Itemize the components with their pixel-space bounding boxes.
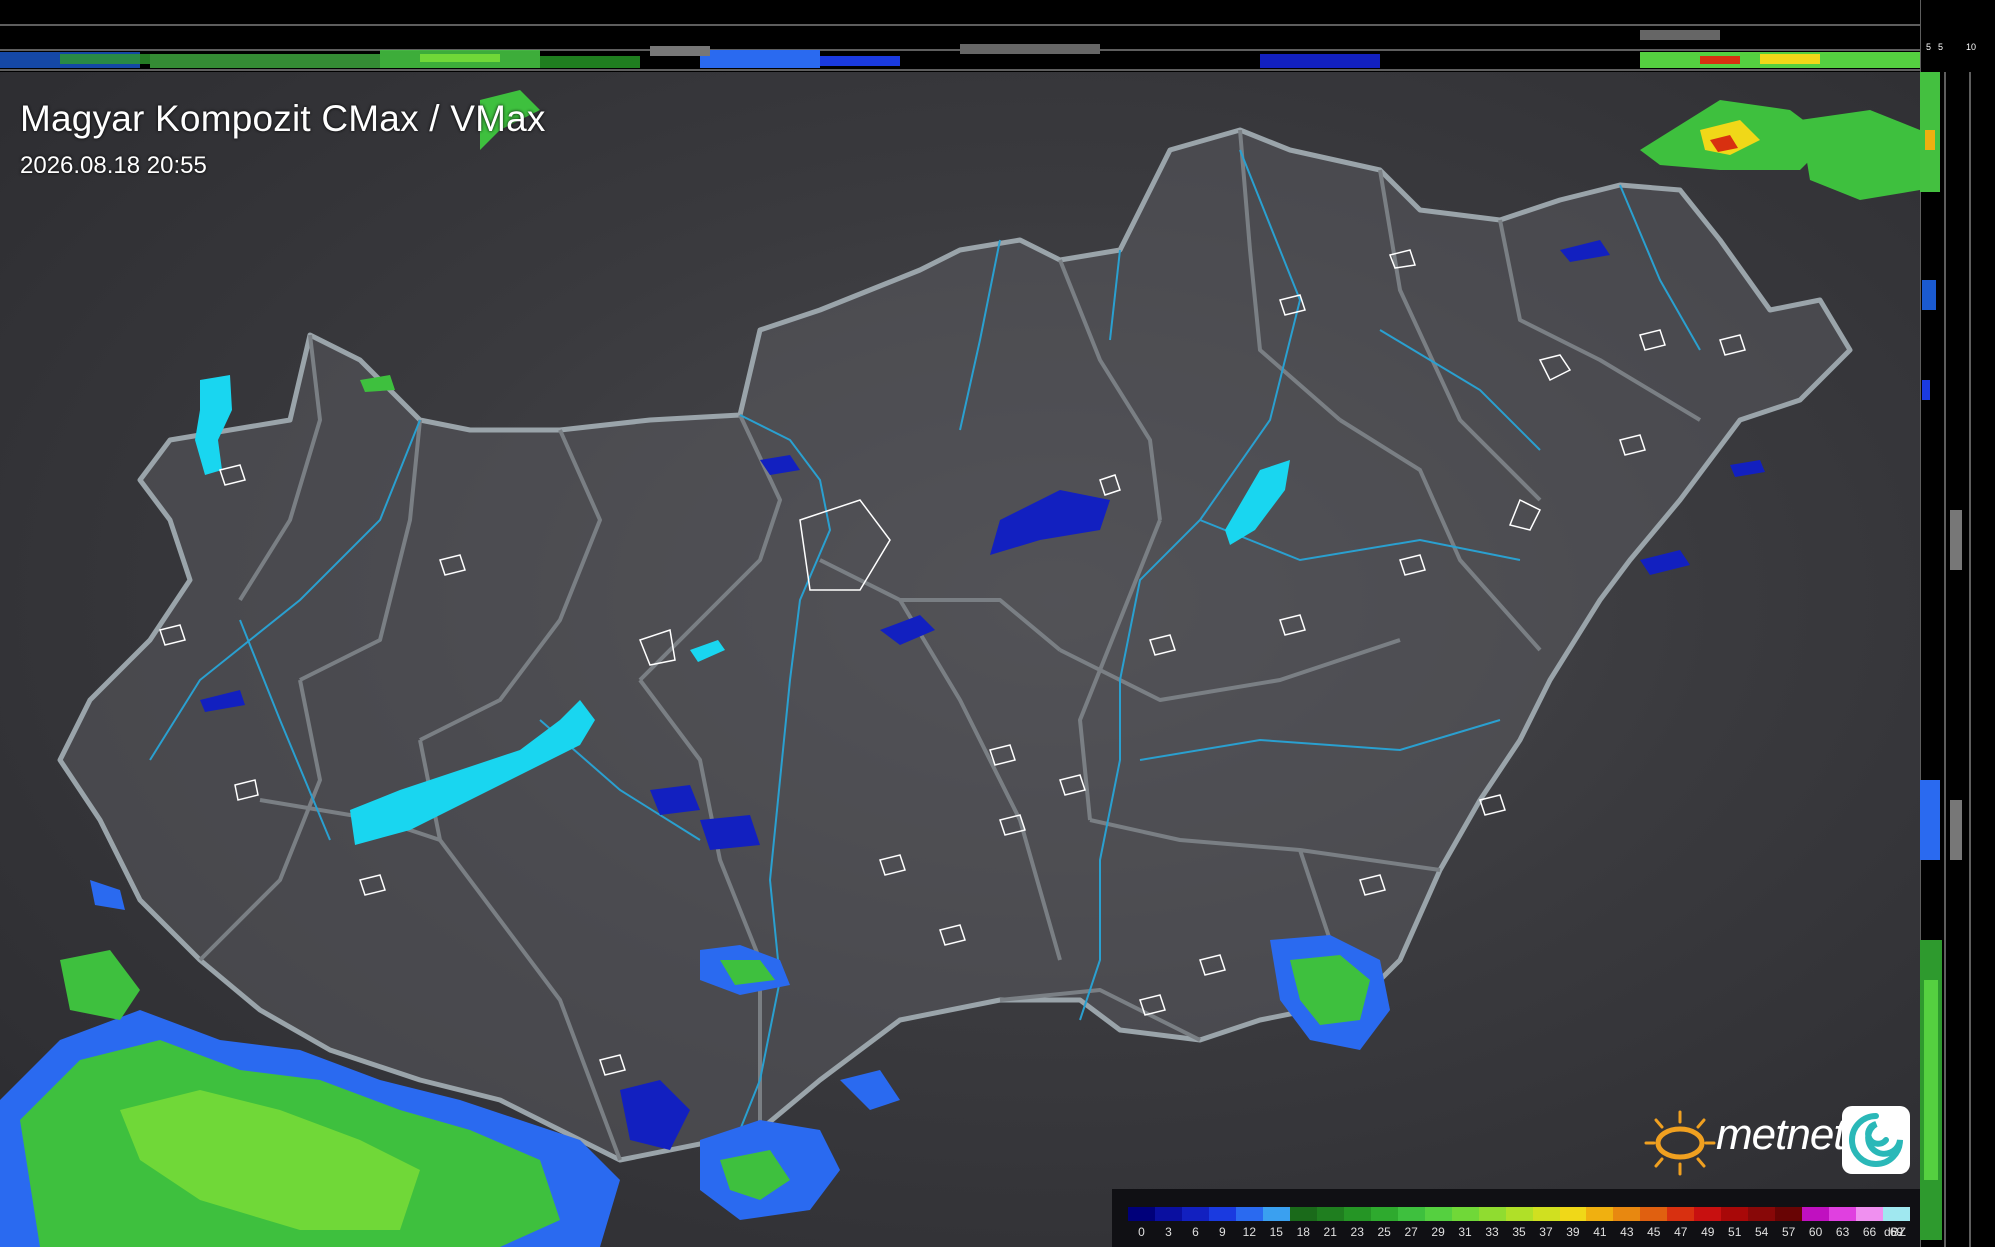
legend-label: 51 — [1728, 1225, 1742, 1239]
legend-swatch — [1829, 1207, 1857, 1221]
legend-label: 9 — [1219, 1225, 1226, 1239]
legend-swatch — [1532, 1207, 1560, 1221]
vertical-profile-top-strip: 10 — [0, 0, 1936, 72]
legend-label: 31 — [1458, 1225, 1472, 1239]
radar-map — [0, 72, 1920, 1247]
country-border — [57, 127, 1853, 1163]
metnet-logo: metnet — [1636, 1106, 1912, 1180]
map-layers — [0, 90, 1920, 1247]
legend-swatch — [1640, 1207, 1668, 1221]
legend-label: 0 — [1138, 1225, 1145, 1239]
right-scale-label-10: 10 — [1966, 42, 1977, 52]
legend-swatch — [1451, 1207, 1479, 1221]
legend-label: 57 — [1781, 1225, 1796, 1239]
legend-label: 37 — [1539, 1225, 1553, 1239]
legend-label: 39 — [1566, 1225, 1580, 1239]
legend-label: 23 — [1350, 1225, 1364, 1239]
legend-swatch — [1181, 1207, 1209, 1221]
sun-logo-icon — [1644, 1110, 1716, 1176]
dbz-color-legend: 0 3 6 9 12 15 18 21 23 25 27 29 31 33 35 37 39 41 43 45 47 49… — [1112, 1189, 1920, 1247]
legend-swatch — [1343, 1207, 1371, 1221]
legend-swatch — [1505, 1207, 1533, 1221]
legend-swatch — [1289, 1207, 1317, 1221]
legend-swatch — [1235, 1207, 1263, 1221]
legend-label: 45 — [1647, 1225, 1661, 1239]
legend-label: 35 — [1512, 1225, 1526, 1239]
legend-label: 18 — [1296, 1225, 1310, 1239]
legend-swatch — [1775, 1207, 1803, 1221]
legend-swatch — [1397, 1207, 1425, 1221]
legend-swatch — [1316, 1207, 1344, 1221]
map-title: Magyar Kompozit CMax / VMax — [20, 98, 546, 139]
legend-label: 41 — [1593, 1225, 1607, 1239]
legend-label: 3 — [1165, 1225, 1172, 1239]
map-timestamp: 2026.08.18 20:55 — [20, 152, 207, 179]
legend-swatch — [1802, 1207, 1830, 1221]
legend-swatch — [1424, 1207, 1452, 1221]
legend-label: 63 — [1835, 1225, 1850, 1239]
swirl-logo-badge — [1842, 1106, 1910, 1174]
legend-label: 25 — [1377, 1225, 1391, 1239]
logo-text: metnet — [1716, 1110, 1846, 1159]
legend-label: 12 — [1242, 1225, 1257, 1239]
legend-swatch — [1154, 1207, 1182, 1221]
legend-label: 29 — [1431, 1225, 1445, 1239]
legend-swatch — [1478, 1207, 1506, 1221]
legend-label: 60 — [1808, 1225, 1823, 1239]
right-scale-label-5: 5 — [1938, 42, 1944, 52]
swirl-icon — [1849, 1113, 1903, 1167]
legend-label: 33 — [1485, 1225, 1499, 1239]
legend-swatch — [1559, 1207, 1587, 1221]
vertical-profile-right-strip: 5 10 5 — [1920, 0, 1995, 1247]
legend-label: 21 — [1323, 1225, 1337, 1239]
legend-swatch — [1370, 1207, 1398, 1221]
legend-label: 43 — [1620, 1225, 1634, 1239]
legend-label: 49 — [1701, 1225, 1715, 1239]
legend-swatch — [1128, 1207, 1155, 1221]
legend-swatch — [1748, 1207, 1776, 1221]
legend-swatch — [1667, 1207, 1695, 1221]
legend-label: 27 — [1404, 1225, 1418, 1239]
legend-swatch — [1721, 1207, 1749, 1221]
legend-label: 54 — [1755, 1225, 1769, 1239]
legend-labels: 0 3 6 9 12 15 18 21 23 25 27 29 31 33 35 37 39 41 43 45 47 49… — [1128, 1225, 1910, 1243]
legend-label: 15 — [1269, 1225, 1283, 1239]
legend-swatch — [1883, 1207, 1911, 1221]
legend-swatch — [1208, 1207, 1236, 1221]
legend-swatch — [1613, 1207, 1641, 1221]
top-profile-echoes — [0, 24, 1920, 71]
legend-swatch — [1694, 1207, 1722, 1221]
top-scale-label-5: 5 — [1926, 42, 1932, 52]
legend-label: 66 — [1862, 1225, 1877, 1239]
legend-unit: dBZ — [1883, 1225, 1906, 1239]
legend-label: 6 — [1192, 1225, 1199, 1239]
legend-swatch — [1856, 1207, 1884, 1221]
legend-color-bar — [1128, 1207, 1911, 1221]
legend-swatch — [1586, 1207, 1614, 1221]
legend-swatch — [1262, 1207, 1290, 1221]
legend-label: 47 — [1674, 1225, 1688, 1239]
right-profile-echoes — [1920, 0, 1971, 1247]
